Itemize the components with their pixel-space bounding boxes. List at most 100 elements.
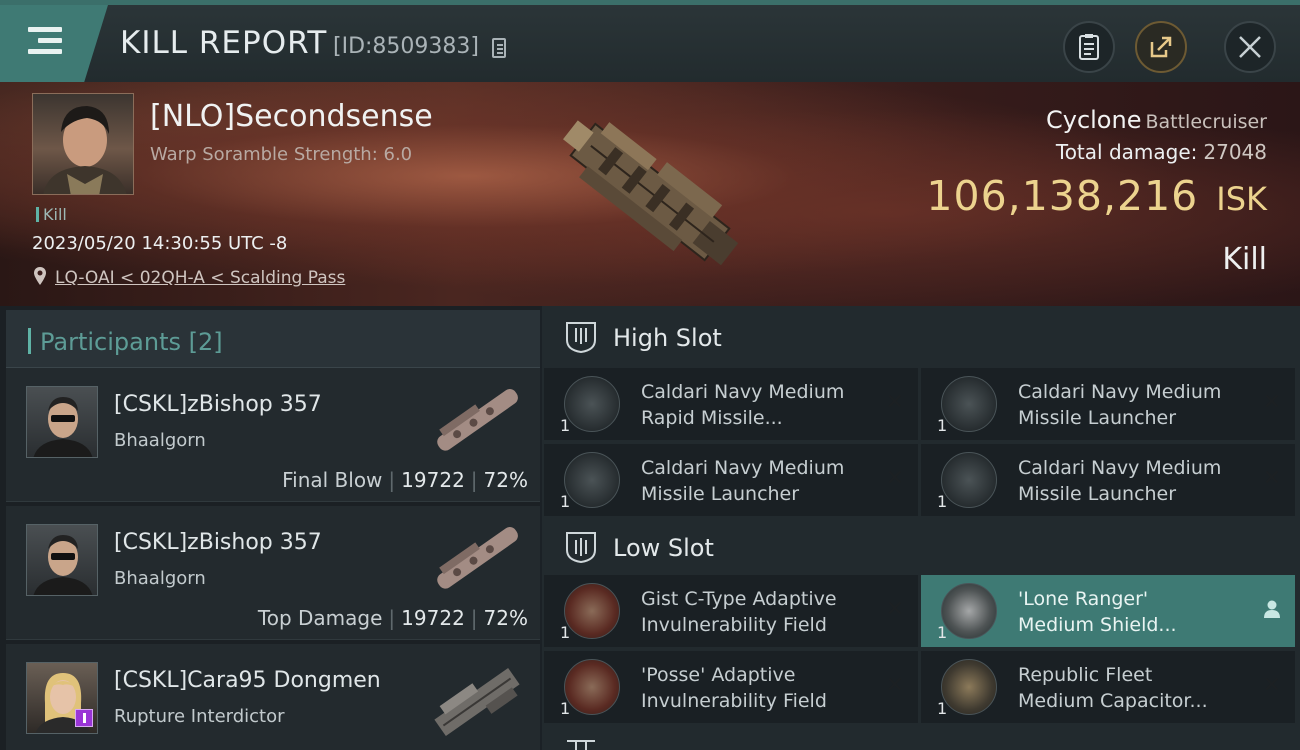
module-quantity: 1 [560,623,571,642]
participant-ship: Bhaalgorn [114,568,206,589]
menu-icon-line [28,27,62,32]
module-item[interactable]: 1 Gist C-Type Adaptive Invulnerability Fi… [544,575,918,647]
module-name: Caldari Navy Medium Missile Launcher [1018,381,1222,429]
participant-role: Final Blow [282,468,383,492]
module-quantity: 1 [937,416,948,435]
participant-damage: 19722 [401,606,465,630]
participants-title: Participants [2] [40,328,223,356]
total-damage-label: Total damage: [1055,140,1198,164]
participants-panel: Participants [2] [CSKL]zBishop 357 Bhaal… [0,306,540,750]
clipboard-icon [1079,34,1099,60]
participant-percent: 72% [483,468,528,492]
top-bar: KILL REPORT [ID:8509383] [0,0,1300,82]
rapid-missile-launcher-icon [564,376,620,432]
participant-stats: Final Blow | 19722 | 72% [282,468,528,492]
destroyed-x-icon: ✕ [885,673,904,698]
menu-icon-line [38,38,62,43]
header-accent [28,328,31,354]
stats-separator: | [470,468,478,492]
warp-scramble-strength: Warp Soramble Strength: 6.0 [150,144,413,165]
module-name: 'Posse' Adaptive Invulnerability Field [641,664,827,712]
share-button[interactable] [1135,21,1187,73]
missile-launcher-icon [941,452,997,508]
mid-slot-icon [567,740,595,750]
isk-unit: ISK [1216,180,1267,218]
destroyed-x-icon: ✕ [1262,466,1281,491]
module-name: Gist C-Type Adaptive Invulnerability Fiel… [641,588,837,636]
module-quantity: 1 [937,623,948,642]
participant-row[interactable]: [CSKL]Cara95 Dongmen Rupture Interdictor [6,644,540,750]
location-link[interactable]: LQ-OAI < 02QH-A < Scalding Pass [55,268,345,288]
low-slot-header[interactable]: Low Slot [542,516,1300,576]
participants-header: Participants [2] [6,310,540,368]
high-slot-header[interactable]: High Slot [542,306,1300,366]
module-item[interactable]: 1 Caldari Navy Medium Missile Launcher ✕ [544,444,918,516]
participants-count: [2] [188,328,223,356]
menu-button[interactable] [0,5,108,82]
module-name: Caldari Navy Medium Missile Launcher [641,457,845,505]
bhaalgorn-ship-icon [437,389,518,451]
total-damage: Total damage: 27048 [1056,140,1267,164]
participant-avatar[interactable] [26,386,98,458]
destroyed-x-icon: ✕ [1262,673,1281,698]
menu-icon-line [28,49,62,54]
participant-role: Top Damage [257,606,383,630]
destroyed-x-icon: ✕ [885,466,904,491]
participant-row[interactable]: [CSKL]zBishop 357 Bhaalgorn Top Damage | 1… [6,506,540,640]
module-item[interactable]: 1 Caldari Navy Medium Missile Launcher ✕ [921,368,1295,440]
role-badge-icon [75,709,93,727]
ship-class: Battlecruiser [1145,111,1267,133]
victim-ship[interactable]: Cyclone Battlecruiser [1046,106,1267,134]
low-slot-label: Low Slot [613,534,714,562]
module-name: Republic Fleet Medium Capacitor... [1018,664,1208,712]
module-quantity: 1 [560,699,571,718]
missile-launcher-icon [564,452,620,508]
total-damage-value: 27048 [1203,140,1267,164]
destroyed-x-icon: ✕ [885,597,904,622]
module-item[interactable]: 1 'Posse' Adaptive Invulnerability Field … [544,651,918,723]
participant-avatar[interactable] [26,662,98,734]
location-pin-icon [34,267,46,285]
module-item[interactable]: 1 Caldari Navy Medium Missile Launcher ✕ [921,444,1295,516]
fitting-panel: High Slot 1 Caldari Navy Medium Rapid Mis… [542,306,1300,750]
ship-name: Cyclone [1045,106,1142,134]
module-name: Caldari Navy Medium Rapid Missile... [641,381,845,429]
victim-banner: [NLO]Secondsense Warp Soramble Strength:… [0,82,1300,306]
rupture-ship-icon [434,667,520,737]
close-icon [1239,36,1261,58]
module-item[interactable]: 1 Republic Fleet Medium Capacitor... ✕ [921,651,1295,723]
stats-separator: | [388,468,396,492]
bhaalgorn-ship-icon [437,527,518,589]
destroyed-x-icon: ✕ [1262,390,1281,415]
victim-avatar[interactable] [32,93,134,195]
copy-icon[interactable] [492,38,506,58]
module-quantity: 1 [937,492,948,511]
participant-damage: 19722 [401,468,465,492]
victim-pilot-name[interactable]: [NLO]Secondsense [150,99,433,134]
stats-separator: | [388,606,396,630]
participant-row[interactable]: [CSKL]zBishop 357 Bhaalgorn Final Blow | 1… [6,368,540,502]
invulnerability-field-icon [564,659,620,715]
capacitor-booster-icon [941,659,997,715]
kill-result: Kill [1222,242,1267,277]
module-quantity: 1 [937,699,948,718]
participant-ship: Bhaalgorn [114,430,206,451]
low-slot-icon [566,532,596,564]
participant-name[interactable]: [CSKL]zBishop 357 [114,392,322,417]
missile-launcher-icon [941,376,997,432]
page-title: KILL REPORT [120,25,328,61]
share-icon [1150,36,1172,58]
invulnerability-field-icon [564,583,620,639]
destroyed-x-icon: ✕ [885,390,904,415]
dropped-item-user-icon [1264,600,1280,618]
stats-separator: | [470,606,478,630]
participant-avatar[interactable] [26,524,98,596]
module-item[interactable]: 1 Caldari Navy Medium Rapid Missile... ✕ [544,368,918,440]
report-button[interactable] [1063,21,1115,73]
kill-tag: Kill [36,205,67,224]
participant-name[interactable]: [CSKL]zBishop 357 [114,530,322,555]
module-item[interactable]: 1 'Lone Ranger' Medium Shield... [921,575,1295,647]
participant-name[interactable]: [CSKL]Cara95 Dongmen [114,668,381,693]
mid-slot-header[interactable] [542,730,1300,750]
close-button[interactable] [1224,21,1276,73]
